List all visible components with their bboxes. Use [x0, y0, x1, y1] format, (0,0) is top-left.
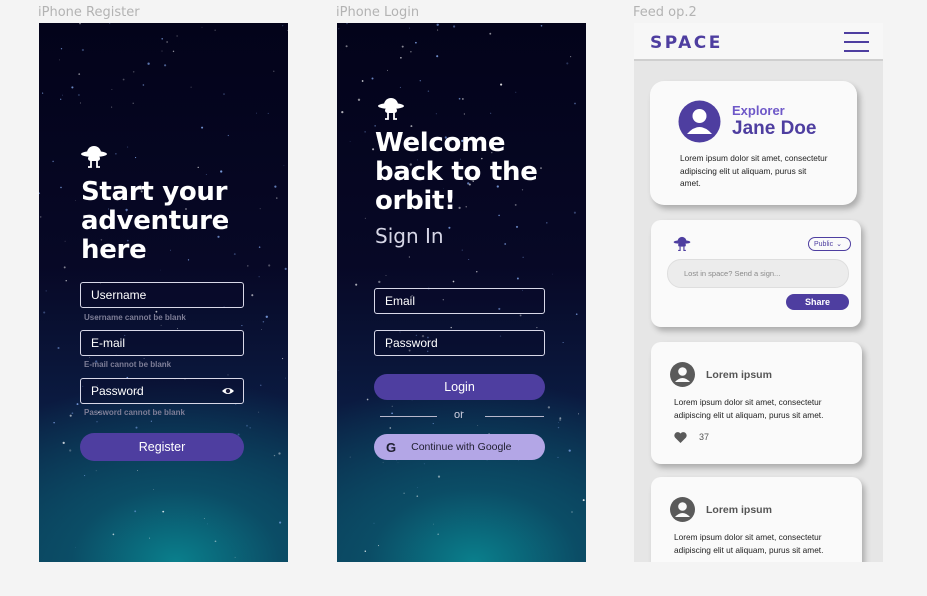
frame-label-register: iPhone Register: [38, 5, 140, 20]
post-author[interactable]: Lorem ipsum: [706, 369, 772, 381]
register-screen: Start your adventure here Username Usern…: [39, 23, 288, 562]
profile-role: Explorer: [732, 103, 785, 118]
hamburger-menu-icon[interactable]: [844, 32, 869, 52]
password-error: Password cannot be blank: [84, 408, 185, 417]
like-count: 37: [699, 432, 710, 442]
composer-card: Public ⌄ Lost in space? Send a sign... S…: [651, 220, 861, 327]
divider-right: [485, 416, 544, 417]
headline-line: Welcome: [375, 128, 506, 158]
share-button[interactable]: Share: [786, 294, 849, 310]
avatar-icon[interactable]: [678, 100, 721, 143]
alien-logo-icon: [378, 98, 404, 120]
login-button[interactable]: Login: [374, 374, 545, 400]
visibility-select[interactable]: Public ⌄: [808, 237, 851, 251]
profile-name: Jane Doe: [732, 118, 817, 139]
frame-label-feed: Feed op.2: [633, 5, 697, 20]
user-avatar-icon[interactable]: [670, 497, 695, 522]
eye-icon[interactable]: [221, 386, 235, 396]
password-input[interactable]: Password: [374, 330, 545, 356]
login-screen: Welcome back to the orbit! Sign In Email…: [337, 23, 586, 562]
bio-line: adipiscing elit ut aliquam, purus sit: [680, 165, 807, 176]
google-signin-button[interactable]: G Continue with Google: [374, 434, 545, 460]
post-body: Lorem ipsum dolor sit amet, consectetur …: [674, 396, 823, 421]
brand-logo[interactable]: SPACE: [650, 33, 723, 53]
email-error: E-mail cannot be blank: [84, 360, 172, 369]
password-placeholder: Password: [91, 384, 144, 398]
post-line: adipiscing elit ut aliquam, purus sit am…: [674, 409, 824, 420]
headline-line: here: [81, 235, 147, 265]
email-input[interactable]: E-mail: [80, 330, 244, 356]
register-headline: Start your adventure here: [81, 178, 229, 265]
post-body: Lorem ipsum dolor sit amet, consectetur …: [674, 531, 823, 556]
heart-icon[interactable]: [674, 432, 687, 443]
visibility-label: Public: [814, 240, 834, 248]
app-header: SPACE: [634, 23, 883, 61]
bio-line: amet.: [680, 178, 701, 188]
password-input[interactable]: Password: [80, 378, 244, 404]
post-author[interactable]: Lorem ipsum: [706, 504, 772, 516]
profile-bio: Lorem ipsum dolor sit amet, consectetur …: [680, 152, 828, 190]
headline-line: adventure: [81, 206, 229, 236]
post-card: Lorem ipsum Lorem ipsum dolor sit amet, …: [651, 477, 862, 562]
google-icon: G: [386, 439, 397, 455]
headline-line: back to the: [375, 157, 538, 187]
alien-logo-icon: [81, 146, 107, 168]
google-button-label: Continue with Google: [411, 441, 512, 453]
post-input[interactable]: Lost in space? Send a sign...: [667, 259, 849, 288]
alien-logo-icon: [673, 236, 691, 252]
post-line: Lorem ipsum dolor sit amet, consectetur: [674, 532, 822, 542]
post-line: adipiscing elit ut aliquam, purus sit am…: [674, 544, 824, 555]
post-card: Lorem ipsum Lorem ipsum dolor sit amet, …: [651, 342, 862, 464]
feed-screen: SPACE Explorer Jane Doe Lorem ipsum dolo…: [634, 23, 883, 562]
email-input[interactable]: Email: [374, 288, 545, 314]
headline-line: orbit!: [375, 186, 456, 216]
post-line: Lorem ipsum dolor sit amet, consectetur: [674, 397, 822, 407]
divider-left: [380, 416, 437, 417]
username-input[interactable]: Username: [80, 282, 244, 308]
bio-line: Lorem ipsum dolor sit amet, consectetur: [680, 153, 828, 163]
profile-card: Explorer Jane Doe Lorem ipsum dolor sit …: [650, 81, 857, 205]
divider-or: or: [454, 409, 464, 421]
headline-line: Start your: [81, 177, 228, 207]
user-avatar-icon[interactable]: [670, 362, 695, 387]
frame-label-login: iPhone Login: [336, 5, 420, 20]
sign-in-subtitle: Sign In: [375, 224, 444, 248]
username-error: Username cannot be blank: [84, 313, 186, 322]
chevron-down-icon: ⌄: [836, 241, 842, 248]
login-headline: Welcome back to the orbit!: [375, 129, 538, 216]
register-button[interactable]: Register: [80, 433, 244, 461]
